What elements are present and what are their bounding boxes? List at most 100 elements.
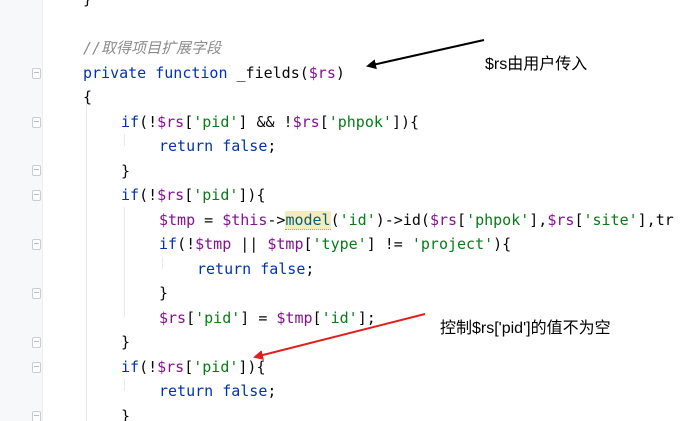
code-token: 'pid' [193,112,239,131]
code-line[interactable]: if(!$tmp || $tmp['type'] != 'project'){ [83,232,511,256]
code-token: 'pid' [195,308,241,327]
code-token: } [121,161,131,180]
code-token: model [285,210,331,230]
code-token: [ [184,112,194,131]
code-token: 'pid' [193,357,239,376]
code-line[interactable]: $rs['pid'] = $tmp['id']; [83,306,376,330]
code-token: ]){ [238,357,266,376]
code-token: return [197,259,252,278]
code-token: if [121,186,140,204]
code-token: ]){ [391,112,420,131]
code-token: $tmp [267,235,304,253]
code-token: [ [312,308,322,327]
code-token: } [159,284,169,302]
code-line[interactable]: //取得项目扩展字段 [83,36,221,60]
code-token: [ [303,235,313,253]
code-token: if [159,235,178,253]
code-line[interactable]: if(!$rs['pid']){ [83,183,266,207]
code-token: [ [184,357,194,376]
code-token: false [222,137,268,155]
code-line[interactable]: } [83,0,92,11]
code-token: 'id' [321,308,358,327]
code-token: ) [335,63,345,82]
code-token: _fields( [227,63,309,82]
code-token: [ [184,186,194,204]
code-token: $rs [308,63,336,82]
code-token: || [231,235,268,253]
code-token: )->id( [375,210,430,229]
code-token: return [159,382,214,400]
fold-marker-icon[interactable] [32,337,41,348]
code-token: ]){ [238,186,266,204]
code-token: ] && ! [238,112,293,131]
code-token: 'id' [339,210,376,229]
code-line[interactable]: $tmp = $this->model('id')->id($rs['phpok… [83,208,674,232]
code-line[interactable]: if(!$rs['pid'] && !$rs['phpok']){ [83,110,419,134]
fold-marker-icon[interactable] [32,190,41,201]
fold-marker-icon[interactable] [32,117,41,128]
code-line[interactable]: private function _fields($rs) [83,61,345,85]
fold-marker-icon[interactable] [32,165,41,176]
editor-gutter[interactable] [0,0,42,421]
code-token: -> [267,210,286,229]
code-token: $tmp [195,235,232,253]
code-token: (! [177,235,196,253]
code-token: 'site' [583,210,638,229]
code-line[interactable]: } [83,159,130,183]
code-token: $rs [292,112,320,131]
code-token: if [121,112,140,131]
code-token: $rs [157,186,185,204]
annotation-pid-not-empty: 控制$rs['pid']的值不为空 [440,320,611,337]
code-token: ; [267,382,277,400]
code-token: ], [529,210,548,229]
code-token: private [83,63,147,82]
code-line[interactable]: } [83,330,130,354]
code-token: $tmp [159,210,196,229]
code-token: [ [319,112,329,131]
code-token: false [260,259,306,278]
code-token: 'type' [312,235,367,253]
code-line[interactable]: { [83,85,92,109]
code-token: } [121,406,131,421]
fold-marker-icon[interactable] [32,362,41,373]
code-token: false [222,382,268,400]
code-line[interactable]: } [83,404,130,421]
code-token: } [121,333,131,351]
code-token: ] != [366,235,412,253]
code-token: [ [457,210,467,229]
code-token: ; [305,259,315,278]
code-token: (! [139,357,158,376]
code-token: ] = [240,308,277,327]
fold-marker-icon[interactable] [32,68,41,79]
code-token: 'phpok' [328,112,392,131]
code-line[interactable]: } [83,281,168,305]
code-token: return [159,137,214,155]
code-token: 'pid' [193,186,239,204]
code-token: (! [139,186,158,204]
code-token: ( [330,210,340,229]
code-token: { [83,88,93,106]
code-editor[interactable]: } //取得项目扩展字段 private function _fields($rs)… [0,0,692,421]
code-token: ){ [493,235,512,253]
code-line[interactable]: if(!$rs['pid']){ [83,355,266,379]
code-token: 'project' [411,235,494,253]
code-token: $tmp [276,308,313,327]
code-token: } [83,0,92,8]
code-line[interactable]: return false; [83,257,314,281]
fold-marker-icon[interactable] [32,288,41,299]
code-line[interactable]: return false; [83,379,276,403]
code-token: $rs [429,210,458,229]
fold-marker-icon[interactable] [32,411,41,421]
code-token: $rs [159,308,187,327]
code-token: $rs [157,357,185,376]
code-token: = [195,210,223,229]
fold-marker-icon[interactable] [32,239,41,250]
code-token: //取得项目扩展字段 [83,39,222,57]
code-token: ],tr [637,210,674,229]
code-line[interactable]: return false; [83,134,276,158]
annotation-rs-input: $rs由用户传入 [485,56,588,73]
